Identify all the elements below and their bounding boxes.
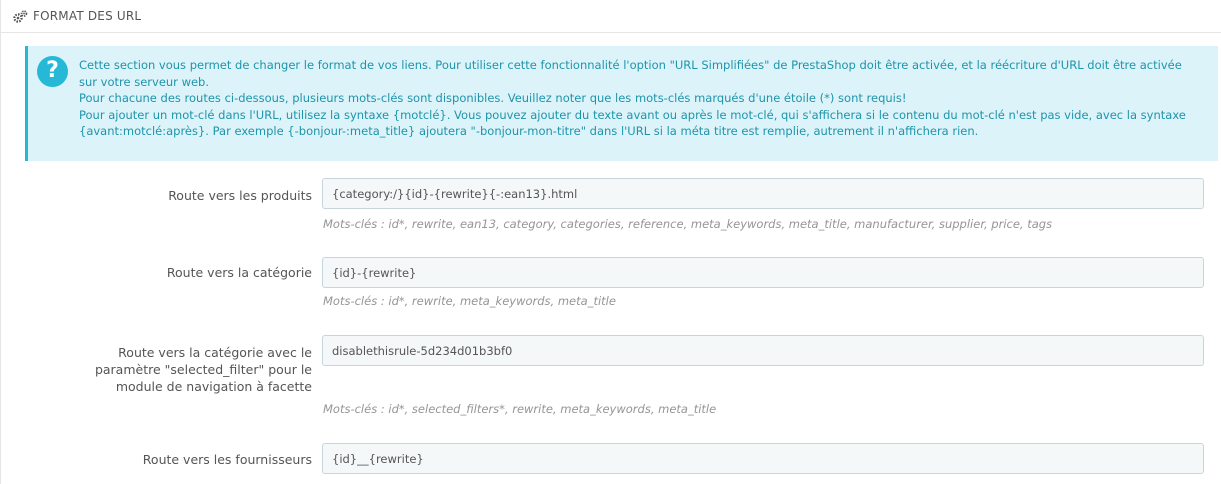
category-route-label: Route vers la catégorie [166, 265, 312, 280]
product-route-input[interactable]: {category:/}{id}-{rewrite}{-:ean13}.html [322, 178, 1204, 209]
alert-line: Pour ajouter un mot-clé dans l'URL, util… [79, 107, 1186, 139]
cogs-icon [13, 9, 29, 23]
panel-heading: FORMAT DES URL [1, 0, 1221, 33]
supplier-route-input[interactable]: {id}__{rewrite} [322, 443, 1204, 474]
layered-route-help: Mots-clés : id*, selected_filters*, rewr… [323, 402, 717, 416]
layered-route-input[interactable]: disablethisrule-5d234d01b3bf0 [322, 335, 1204, 366]
alert-line: Cette section vous permet de changer le … [79, 58, 1182, 89]
panel-title: FORMAT DES URL [33, 9, 142, 23]
url-format-panel: FORMAT DES URL ? Cette section vous perm… [0, 0, 1221, 484]
question-circle-icon: ? [37, 56, 68, 87]
product-route-label: Route vers les produits [168, 188, 312, 203]
supplier-route-label: Route vers les fournisseurs [142, 452, 312, 467]
product-route-help: Mots-clés : id*, rewrite, ean13, categor… [323, 217, 1053, 231]
alert-line: Pour chacune des routes ci-dessous, plus… [79, 91, 907, 105]
category-route-input[interactable]: {id}-{rewrite} [322, 257, 1204, 288]
category-route-help: Mots-clés : id*, rewrite, meta_keywords,… [323, 294, 616, 308]
layered-route-label: Route vers la catégorie avec le paramètr… [94, 345, 312, 394]
info-alert: ? Cette section vous permet de changer l… [25, 46, 1218, 161]
